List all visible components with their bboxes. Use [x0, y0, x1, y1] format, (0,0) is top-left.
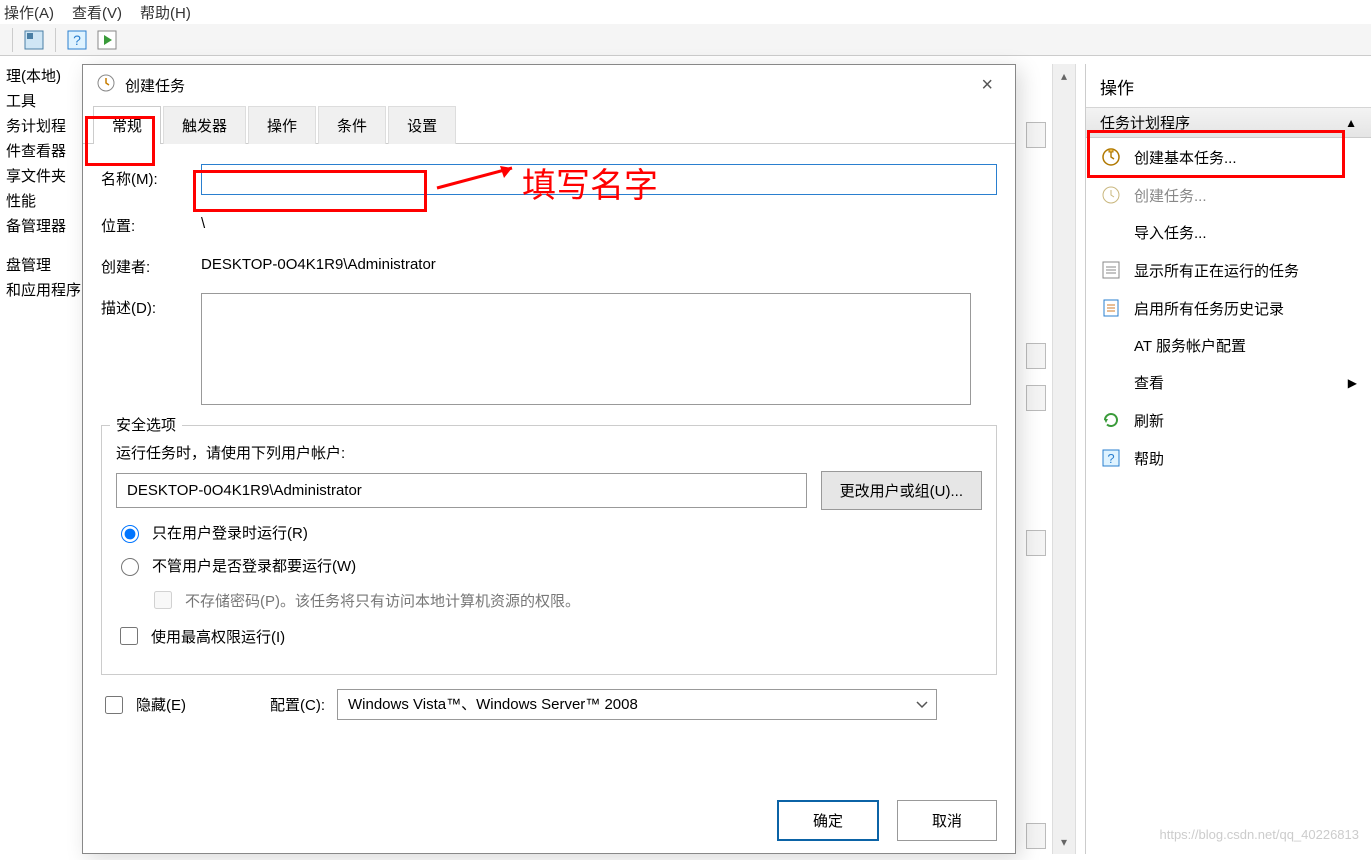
clock-icon	[1100, 146, 1122, 168]
label-config: 配置(C):	[270, 694, 325, 715]
action-create-task[interactable]: 创建任务...	[1086, 176, 1371, 214]
create-task-dialog: 创建任务 × 常规 触发器 操作 条件 设置 名称(M): 位置: \ 创建者:…	[82, 64, 1016, 854]
help-icon[interactable]: ?	[66, 29, 88, 51]
menu-action[interactable]: 操作(A)	[4, 2, 54, 23]
actions-panel: 操作 任务计划程序 ▲ 创建基本任务... 创建任务... 导入任务... 显示…	[1085, 64, 1371, 854]
highest-priv-checkbox[interactable]	[120, 627, 138, 645]
label-author: 创建者:	[101, 252, 201, 277]
config-select[interactable]: Windows Vista™、Windows Server™ 2008	[337, 689, 937, 720]
check-no-password: 不存储密码(P)。该任务将只有访问本地计算机资源的权限。	[150, 588, 982, 612]
tree-item[interactable]: 性能	[0, 188, 83, 213]
scrollbar[interactable]: ▴ ▾	[1052, 64, 1076, 854]
radio-logged-in-input[interactable]	[121, 525, 139, 543]
tab-general[interactable]: 常规	[93, 106, 161, 144]
security-legend: 安全选项	[110, 414, 182, 435]
tab-actions[interactable]: 操作	[248, 106, 316, 144]
hidden-checkbox[interactable]	[105, 696, 123, 714]
tab-triggers[interactable]: 触发器	[163, 106, 246, 144]
author-value: DESKTOP-0O4K1R9\Administrator	[201, 252, 997, 277]
close-icon[interactable]: ×	[973, 74, 1001, 97]
tree-item[interactable]: 理(本地)	[0, 63, 83, 88]
dialog-titlebar: 创建任务 ×	[83, 65, 1015, 105]
check-highest-priv[interactable]: 使用最高权限运行(I)	[116, 624, 982, 648]
description-input[interactable]	[201, 293, 971, 405]
action-import-task[interactable]: 导入任务...	[1086, 214, 1371, 251]
radio-always-input[interactable]	[121, 558, 139, 576]
action-refresh[interactable]: 刷新	[1086, 401, 1371, 439]
tree-item[interactable]: 和应用程序	[0, 277, 83, 302]
no-password-checkbox	[154, 591, 172, 609]
security-text: 运行任务时，请使用下列用户帐户:	[116, 442, 982, 463]
actions-header: 操作	[1086, 64, 1371, 108]
toolbar: ?	[0, 24, 1371, 56]
tree-item[interactable]: 享文件夹	[0, 163, 83, 188]
list-icon	[1100, 259, 1122, 281]
doc-icon	[1100, 297, 1122, 319]
radio-run-always[interactable]: 不管用户是否登录都要运行(W)	[116, 555, 982, 576]
menubar: 操作(A) 查看(V) 帮助(H)	[0, 0, 1371, 24]
change-user-button[interactable]: 更改用户或组(U)...	[821, 471, 982, 510]
tree-item[interactable]: 务计划程	[0, 113, 83, 138]
action-at-account[interactable]: AT 服务帐户配置	[1086, 327, 1371, 364]
tree-item[interactable]: 工具	[0, 88, 83, 113]
tree-item[interactable]: 盘管理	[0, 252, 83, 277]
nav-tree: 理(本地) 工具 务计划程 件查看器 享文件夹 性能 备管理器 盘管理 和应用程…	[0, 57, 84, 857]
svg-text:?: ?	[1107, 451, 1114, 466]
security-options-group: 安全选项 运行任务时，请使用下列用户帐户: DESKTOP-0O4K1R9\Ad…	[101, 425, 997, 675]
tab-settings[interactable]: 设置	[388, 106, 456, 144]
watermark: https://blog.csdn.net/qq_40226813	[1160, 827, 1360, 842]
chevron-right-icon: ▶	[1348, 376, 1357, 390]
radio-run-logged-in[interactable]: 只在用户登录时运行(R)	[116, 522, 982, 543]
tab-conditions[interactable]: 条件	[318, 106, 386, 144]
help-icon: ?	[1100, 447, 1122, 469]
action-help[interactable]: ? 帮助	[1086, 439, 1371, 477]
action-view[interactable]: 查看 ▶	[1086, 364, 1371, 401]
tree-item[interactable]: 件查看器	[0, 138, 83, 163]
clock-dim-icon	[1100, 184, 1122, 206]
label-location: 位置:	[101, 211, 201, 236]
properties-icon[interactable]	[23, 29, 45, 51]
label-name: 名称(M):	[101, 164, 201, 189]
ok-button[interactable]: 确定	[777, 800, 879, 841]
dialog-title-text: 创建任务	[125, 75, 185, 96]
refresh-icon	[1100, 409, 1122, 431]
svg-text:?: ?	[73, 32, 81, 48]
menu-view[interactable]: 查看(V)	[72, 2, 122, 23]
collapse-arrow-icon: ▲	[1345, 116, 1357, 130]
cancel-button[interactable]: 取消	[897, 800, 997, 841]
run-icon[interactable]	[96, 29, 118, 51]
label-description: 描述(D):	[101, 293, 201, 318]
action-enable-history[interactable]: 启用所有任务历史记录	[1086, 289, 1371, 327]
user-account-box: DESKTOP-0O4K1R9\Administrator	[116, 473, 807, 508]
location-value: \	[201, 211, 997, 236]
check-hidden[interactable]: 隐藏(E)	[101, 693, 186, 717]
actions-subheader[interactable]: 任务计划程序 ▲	[1086, 108, 1371, 138]
action-show-running[interactable]: 显示所有正在运行的任务	[1086, 251, 1371, 289]
name-input[interactable]	[201, 164, 997, 195]
tree-item[interactable]: 备管理器	[0, 213, 83, 238]
menu-help[interactable]: 帮助(H)	[140, 2, 191, 23]
clock-icon	[97, 74, 115, 96]
action-create-basic-task[interactable]: 创建基本任务...	[1086, 138, 1371, 176]
dialog-tabs: 常规 触发器 操作 条件 设置	[83, 105, 1015, 144]
